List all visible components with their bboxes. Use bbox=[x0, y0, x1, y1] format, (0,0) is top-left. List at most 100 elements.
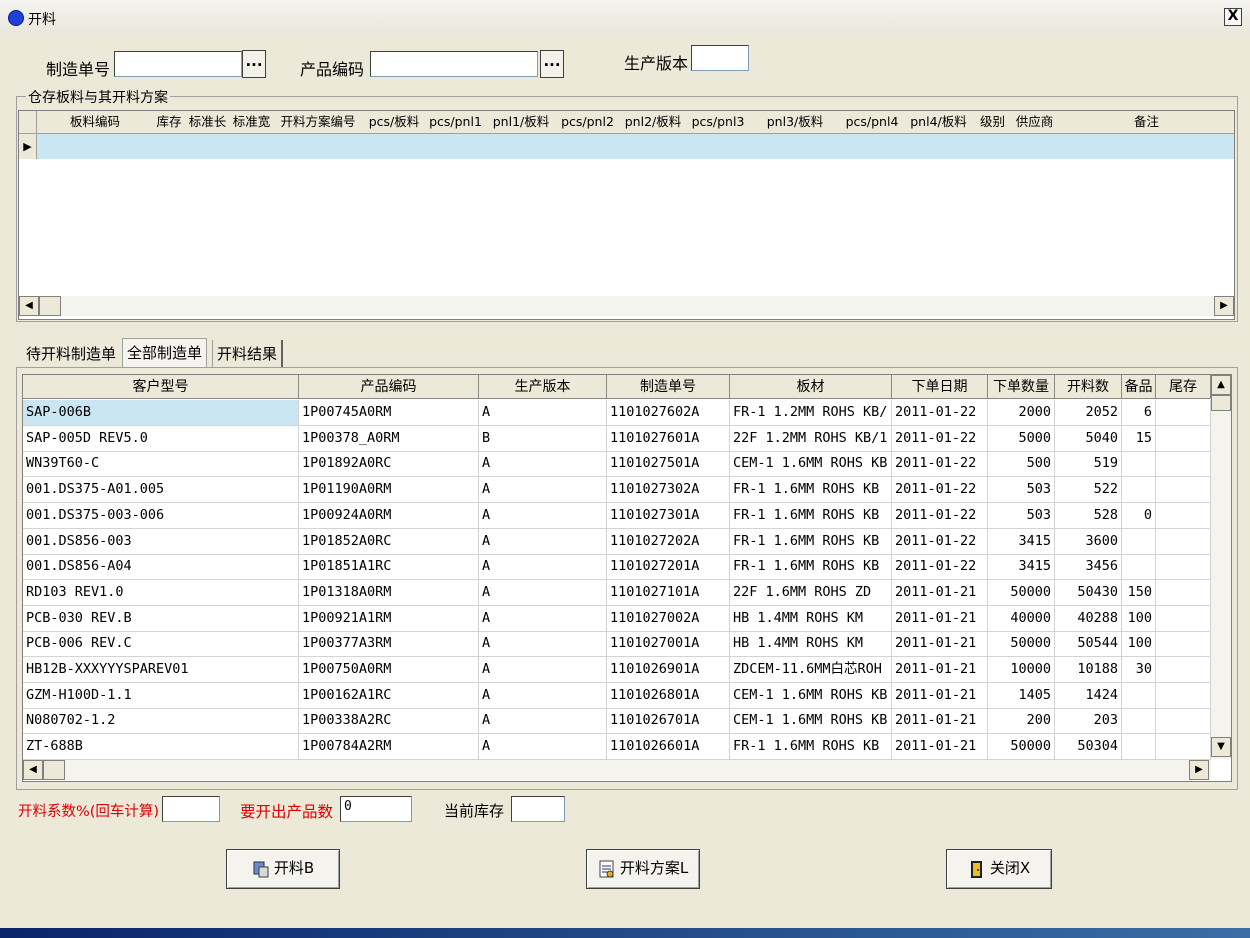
scroll-up-icon[interactable]: ▲ bbox=[1211, 375, 1231, 395]
orders-cell[interactable]: SAP-006B bbox=[23, 400, 299, 426]
orders-cell[interactable]: CEM-1 1.6MM ROHS KB bbox=[730, 451, 892, 478]
orders-cell[interactable]: 001.DS375-003-006 bbox=[23, 502, 299, 529]
stock-cell[interactable] bbox=[1011, 134, 1059, 159]
orders-cell[interactable] bbox=[1156, 425, 1211, 452]
stock-grid-hscrollbar[interactable]: ◀ ▶ bbox=[19, 296, 1234, 316]
orders-cell[interactable]: 1405 bbox=[988, 682, 1055, 709]
mo-input[interactable] bbox=[114, 51, 242, 77]
orders-cell[interactable] bbox=[1156, 477, 1211, 504]
orders-col-header[interactable]: 下单日期 bbox=[892, 375, 988, 399]
produce-count-input[interactable]: 0 bbox=[340, 796, 412, 822]
orders-cell[interactable]: A bbox=[479, 554, 607, 581]
orders-cell[interactable]: A bbox=[479, 579, 607, 606]
orders-grid[interactable]: 客户型号 产品编码 生产版本 制造单号 板材 下单日期 下单数量 开料数 备品 尾存 SAP-00… bbox=[22, 374, 1232, 782]
orders-cell[interactable] bbox=[1156, 734, 1211, 761]
stock-cell[interactable] bbox=[619, 134, 688, 159]
scroll-right-icon[interactable]: ▶ bbox=[1214, 296, 1234, 316]
orders-cell[interactable]: 50000 bbox=[988, 631, 1055, 658]
product-code-input[interactable] bbox=[370, 51, 538, 77]
orders-cell[interactable]: 2011-01-22 bbox=[892, 554, 988, 581]
orders-cell[interactable]: A bbox=[479, 528, 607, 555]
orders-cell[interactable] bbox=[1156, 502, 1211, 529]
current-stock-input[interactable] bbox=[511, 796, 565, 822]
tab-pending-orders[interactable]: 待开料制造单 bbox=[22, 340, 120, 368]
orders-cell[interactable]: 2011-01-21 bbox=[892, 734, 988, 761]
stock-cell[interactable] bbox=[749, 134, 842, 159]
scroll-right-icon[interactable]: ▶ bbox=[1189, 760, 1209, 780]
orders-cell[interactable]: CEM-1 1.6MM ROHS KB bbox=[730, 682, 892, 709]
orders-cell[interactable]: A bbox=[479, 682, 607, 709]
stock-col-header[interactable]: pcs/pnl2 bbox=[556, 111, 620, 134]
orders-cell[interactable]: 1P01852A0RC bbox=[299, 528, 479, 555]
stock-cell[interactable] bbox=[1058, 134, 1234, 159]
orders-cell[interactable]: 5040 bbox=[1055, 425, 1122, 452]
stock-cell[interactable] bbox=[486, 134, 557, 159]
orders-cell[interactable]: HB 1.4MM ROHS KM bbox=[730, 605, 892, 632]
cut-plan-button[interactable]: 开料方案L bbox=[586, 849, 700, 889]
stock-col-header[interactable]: 备注 bbox=[1058, 111, 1234, 134]
stock-col-header[interactable]: pcs/板料 bbox=[363, 111, 426, 134]
stock-col-header[interactable]: pnl3/板料 bbox=[749, 111, 842, 134]
cut-coefficient-input[interactable] bbox=[162, 796, 220, 822]
orders-cell[interactable]: 1P00378_A0RM bbox=[299, 425, 479, 452]
orders-cell[interactable]: 50000 bbox=[988, 579, 1055, 606]
orders-cell[interactable]: 0 bbox=[1122, 502, 1156, 529]
orders-cell[interactable] bbox=[1156, 554, 1211, 581]
stock-col-header[interactable]: pcs/pnl1 bbox=[425, 111, 487, 134]
orders-cell[interactable]: 10188 bbox=[1055, 657, 1122, 683]
orders-cell[interactable]: 1101026901A bbox=[607, 657, 730, 683]
orders-cell[interactable]: 22F 1.2MM ROHS KB/1 bbox=[730, 425, 892, 452]
orders-cell[interactable]: 1P00784A2RM bbox=[299, 734, 479, 761]
orders-cell[interactable]: FR-1 1.6MM ROHS KB bbox=[730, 734, 892, 761]
orders-cell[interactable]: SAP-005D REV5.0 bbox=[23, 425, 299, 452]
orders-cell[interactable]: 100 bbox=[1122, 605, 1156, 632]
orders-cell[interactable]: 40288 bbox=[1055, 605, 1122, 632]
orders-cell[interactable]: A bbox=[479, 631, 607, 658]
orders-cell[interactable]: A bbox=[479, 734, 607, 761]
orders-cell[interactable]: 1101027201A bbox=[607, 554, 730, 581]
orders-cell[interactable]: A bbox=[479, 400, 607, 426]
orders-cell[interactable]: A bbox=[479, 477, 607, 504]
orders-cell[interactable]: 3456 bbox=[1055, 554, 1122, 581]
orders-cell[interactable]: 2011-01-22 bbox=[892, 477, 988, 504]
orders-cell[interactable]: GZM-H100D-1.1 bbox=[23, 682, 299, 709]
orders-cell[interactable] bbox=[1156, 631, 1211, 658]
orders-cell[interactable]: CEM-1 1.6MM ROHS KB bbox=[730, 708, 892, 735]
stock-cell[interactable] bbox=[556, 134, 620, 159]
orders-col-header[interactable]: 备品 bbox=[1122, 375, 1156, 399]
product-code-browse-button[interactable]: ... bbox=[540, 50, 564, 78]
orders-cell[interactable]: 1P01851A1RC bbox=[299, 554, 479, 581]
orders-cell[interactable]: A bbox=[479, 605, 607, 632]
orders-cell[interactable]: 2011-01-21 bbox=[892, 682, 988, 709]
orders-cell[interactable]: 2011-01-22 bbox=[892, 451, 988, 478]
orders-cell[interactable]: 1P01190A0RM bbox=[299, 477, 479, 504]
orders-col-header[interactable]: 尾存 bbox=[1156, 375, 1211, 399]
orders-cell[interactable]: 2011-01-21 bbox=[892, 605, 988, 632]
stock-cell[interactable] bbox=[273, 134, 364, 159]
mo-browse-button[interactable]: ... bbox=[242, 50, 266, 78]
stock-col-header[interactable]: pnl2/板料 bbox=[619, 111, 688, 134]
orders-cell[interactable]: 1P00750A0RM bbox=[299, 657, 479, 683]
orders-cell[interactable] bbox=[1122, 451, 1156, 478]
orders-cell[interactable]: 50544 bbox=[1055, 631, 1122, 658]
orders-cell[interactable]: 200 bbox=[988, 708, 1055, 735]
orders-cell[interactable]: 528 bbox=[1055, 502, 1122, 529]
stock-cell[interactable] bbox=[841, 134, 904, 159]
orders-cell[interactable]: 1101027002A bbox=[607, 605, 730, 632]
vscroll-thumb[interactable] bbox=[1211, 395, 1231, 411]
scroll-thumb[interactable] bbox=[39, 296, 61, 316]
orders-cell[interactable] bbox=[1122, 528, 1156, 555]
stock-col-header[interactable]: pnl4/板料 bbox=[903, 111, 975, 134]
stock-col-header[interactable]: pcs/pnl3 bbox=[687, 111, 750, 134]
orders-cell[interactable]: 2011-01-21 bbox=[892, 657, 988, 683]
orders-cell[interactable]: RD103 REV1.0 bbox=[23, 579, 299, 606]
orders-cell[interactable]: 2011-01-21 bbox=[892, 631, 988, 658]
orders-cell[interactable]: 22F 1.6MM ROHS ZD bbox=[730, 579, 892, 606]
orders-cell[interactable]: HB12B-XXXYYYSPAREV01 bbox=[23, 657, 299, 683]
orders-cell[interactable]: A bbox=[479, 451, 607, 478]
orders-cell[interactable]: FR-1 1.2MM ROHS KB/ bbox=[730, 400, 892, 426]
orders-cell[interactable]: 6 bbox=[1122, 400, 1156, 426]
orders-cell[interactable]: 503 bbox=[988, 477, 1055, 504]
orders-col-header[interactable]: 下单数量 bbox=[988, 375, 1055, 399]
orders-cell[interactable]: 2011-01-22 bbox=[892, 528, 988, 555]
